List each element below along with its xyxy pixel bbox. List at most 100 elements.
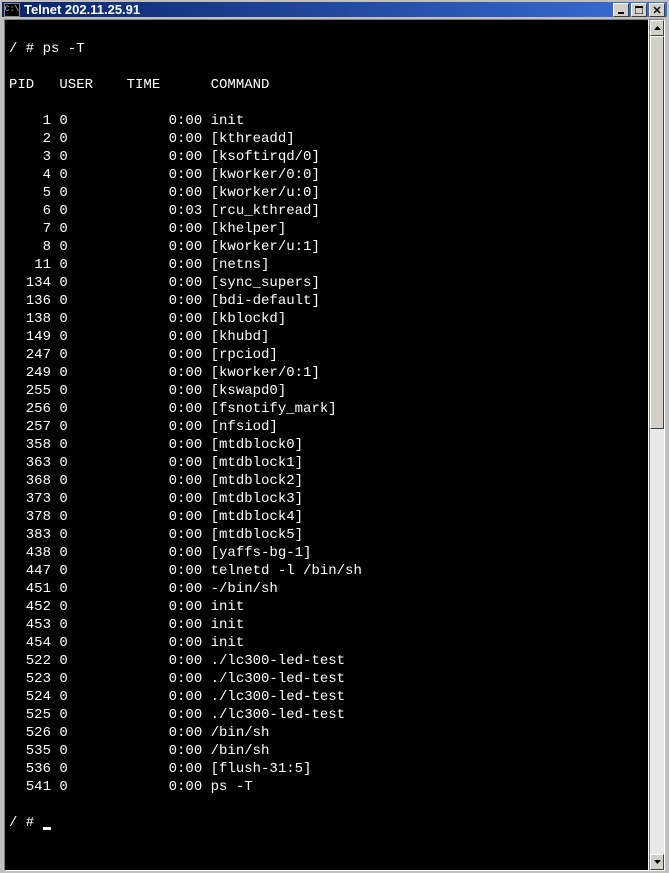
cell-user: 0 bbox=[59, 652, 118, 670]
cell-user: 0 bbox=[59, 166, 118, 184]
table-row: 1 0 0:00 init bbox=[9, 112, 644, 130]
cell-command: [kworker/0:1] bbox=[211, 364, 320, 382]
cell-pid: 438 bbox=[9, 544, 51, 562]
cell-command: [kworker/u:1] bbox=[211, 238, 320, 256]
cell-pid: 378 bbox=[9, 508, 51, 526]
cell-time: 0:00 bbox=[127, 310, 203, 328]
table-row: 522 0 0:00 ./lc300-led-test bbox=[9, 652, 644, 670]
cell-user: 0 bbox=[59, 202, 118, 220]
cell-command: [mtdblock1] bbox=[211, 454, 303, 472]
cell-time: 0:00 bbox=[127, 238, 203, 256]
cell-user: 0 bbox=[59, 526, 118, 544]
cell-pid: 383 bbox=[9, 526, 51, 544]
cell-time: 0:00 bbox=[127, 166, 203, 184]
cell-user: 0 bbox=[59, 256, 118, 274]
cell-time: 0:00 bbox=[127, 274, 203, 292]
cell-command: [ksoftirqd/0] bbox=[211, 148, 320, 166]
ps-rows: 1 0 0:00 init2 0 0:00 [kthreadd]3 0 0:00… bbox=[9, 112, 644, 796]
cell-time: 0:00 bbox=[127, 598, 203, 616]
terminal-container: / # ps -T PID USER TIME COMMAND 1 0 0:00… bbox=[2, 17, 667, 873]
table-row: 383 0 0:00 [mtdblock5] bbox=[9, 526, 644, 544]
cell-time: 0:00 bbox=[127, 688, 203, 706]
cell-command: [khubd] bbox=[211, 328, 270, 346]
cell-command: [mtdblock2] bbox=[211, 472, 303, 490]
table-row: 451 0 0:00 -/bin/sh bbox=[9, 580, 644, 598]
minimize-icon bbox=[617, 6, 625, 14]
cell-pid: 138 bbox=[9, 310, 51, 328]
cell-command: ps -T bbox=[211, 778, 253, 796]
cell-command: [rcu_kthread] bbox=[211, 202, 320, 220]
scroll-track[interactable] bbox=[650, 36, 664, 854]
cell-pid: 1 bbox=[9, 112, 51, 130]
cell-time: 0:00 bbox=[127, 490, 203, 508]
titlebar[interactable]: C:\ Telnet 202.11.25.91 bbox=[2, 2, 667, 17]
chevron-down-icon bbox=[654, 860, 661, 864]
cell-time: 0:00 bbox=[127, 580, 203, 598]
table-row: 249 0 0:00 [kworker/0:1] bbox=[9, 364, 644, 382]
scroll-down-button[interactable] bbox=[650, 854, 664, 870]
table-row: 5 0 0:00 [kworker/u:0] bbox=[9, 184, 644, 202]
terminal-output[interactable]: / # ps -T PID USER TIME COMMAND 1 0 0:00… bbox=[4, 19, 649, 871]
cell-command: [sync_supers] bbox=[211, 274, 320, 292]
col-user-header: USER bbox=[59, 76, 118, 94]
table-row: 373 0 0:00 [mtdblock3] bbox=[9, 490, 644, 508]
scroll-up-button[interactable] bbox=[650, 20, 664, 36]
cell-user: 0 bbox=[59, 580, 118, 598]
cell-pid: 526 bbox=[9, 724, 51, 742]
cell-pid: 4 bbox=[9, 166, 51, 184]
cell-user: 0 bbox=[59, 238, 118, 256]
close-button[interactable] bbox=[649, 3, 665, 17]
cell-command: [kworker/0:0] bbox=[211, 166, 320, 184]
cell-pid: 524 bbox=[9, 688, 51, 706]
cell-time: 0:00 bbox=[127, 472, 203, 490]
prompt-line: / # bbox=[9, 814, 644, 832]
cell-user: 0 bbox=[59, 670, 118, 688]
cell-user: 0 bbox=[59, 544, 118, 562]
cell-user: 0 bbox=[59, 778, 118, 796]
app-icon: C:\ bbox=[4, 3, 20, 17]
minimize-button[interactable] bbox=[613, 3, 629, 17]
cell-pid: 257 bbox=[9, 418, 51, 436]
cell-pid: 368 bbox=[9, 472, 51, 490]
window-title: Telnet 202.11.25.91 bbox=[24, 2, 613, 17]
table-row: 358 0 0:00 [mtdblock0] bbox=[9, 436, 644, 454]
cell-user: 0 bbox=[59, 436, 118, 454]
scroll-thumb[interactable] bbox=[650, 36, 664, 429]
cell-user: 0 bbox=[59, 634, 118, 652]
cell-user: 0 bbox=[59, 760, 118, 778]
cell-user: 0 bbox=[59, 220, 118, 238]
cell-pid: 451 bbox=[9, 580, 51, 598]
cell-command: [kblockd] bbox=[211, 310, 287, 328]
cell-user: 0 bbox=[59, 688, 118, 706]
cell-command: [khelper] bbox=[211, 220, 287, 238]
cell-command: init bbox=[211, 616, 245, 634]
table-row: 8 0 0:00 [kworker/u:1] bbox=[9, 238, 644, 256]
cell-user: 0 bbox=[59, 112, 118, 130]
cell-command: ./lc300-led-test bbox=[211, 670, 345, 688]
cell-time: 0:00 bbox=[127, 778, 203, 796]
cell-command: ./lc300-led-test bbox=[211, 706, 345, 724]
cell-user: 0 bbox=[59, 346, 118, 364]
cell-time: 0:00 bbox=[127, 544, 203, 562]
cell-command: [mtdblock5] bbox=[211, 526, 303, 544]
cell-command: [kthreadd] bbox=[211, 130, 295, 148]
cell-user: 0 bbox=[59, 274, 118, 292]
cell-pid: 522 bbox=[9, 652, 51, 670]
vertical-scrollbar[interactable] bbox=[649, 19, 665, 871]
table-row: 3 0 0:00 [ksoftirqd/0] bbox=[9, 148, 644, 166]
cell-pid: 447 bbox=[9, 562, 51, 580]
table-row: 138 0 0:00 [kblockd] bbox=[9, 310, 644, 328]
cell-time: 0:00 bbox=[127, 130, 203, 148]
cell-time: 0:00 bbox=[127, 760, 203, 778]
cell-command: [fsnotify_mark] bbox=[211, 400, 337, 418]
cell-user: 0 bbox=[59, 490, 118, 508]
cell-time: 0:00 bbox=[127, 652, 203, 670]
cell-command: [mtdblock3] bbox=[211, 490, 303, 508]
table-row: 149 0 0:00 [khubd] bbox=[9, 328, 644, 346]
cell-user: 0 bbox=[59, 310, 118, 328]
cell-pid: 358 bbox=[9, 436, 51, 454]
col-pid-header: PID bbox=[9, 76, 51, 94]
cell-pid: 373 bbox=[9, 490, 51, 508]
cell-time: 0:00 bbox=[127, 256, 203, 274]
maximize-button[interactable] bbox=[631, 3, 647, 17]
